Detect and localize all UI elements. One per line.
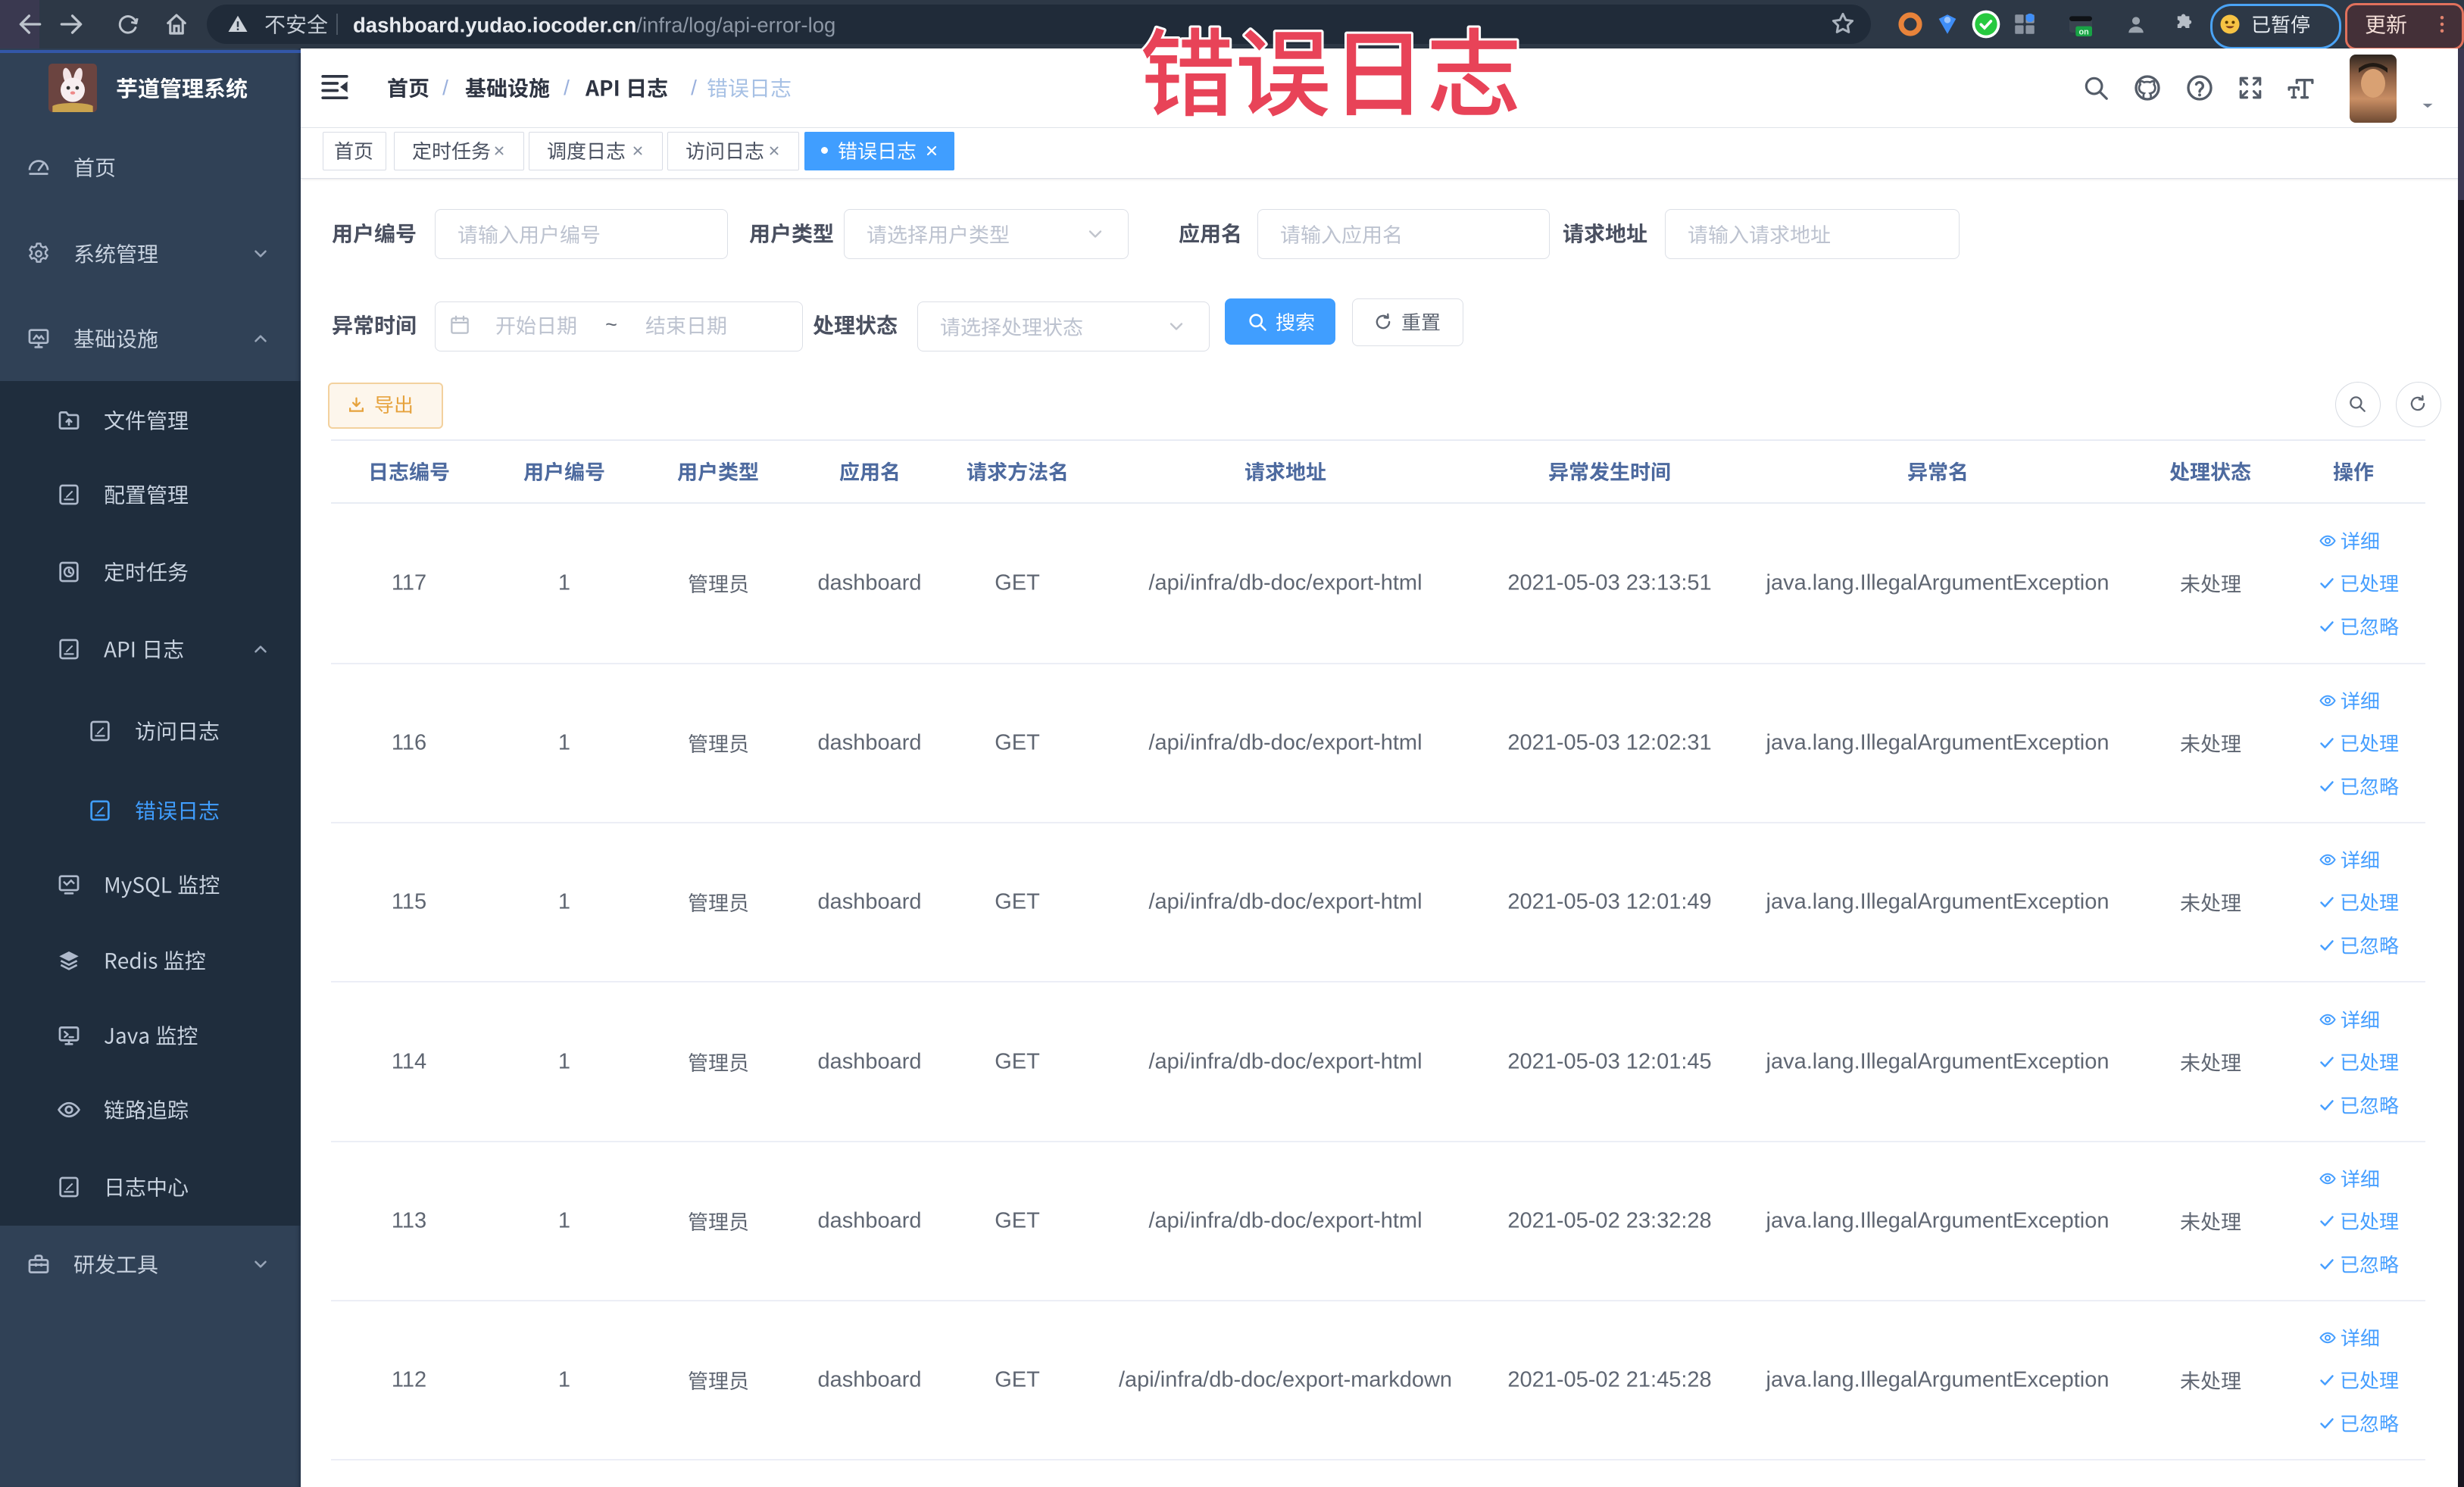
svg-text:on: on <box>2079 28 2089 37</box>
